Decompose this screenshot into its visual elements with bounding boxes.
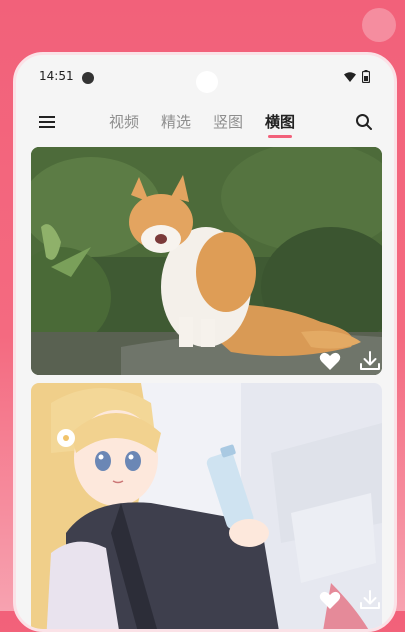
category-tabs: 视频 精选 竖图 横图 (109, 111, 317, 138)
status-bar: 14:51 (16, 55, 394, 99)
tab-portrait[interactable]: 竖图 (213, 111, 243, 132)
top-navigation: 视频 精选 竖图 横图 (16, 103, 394, 145)
search-icon[interactable] (354, 112, 374, 132)
tab-landscape[interactable]: 横图 (265, 111, 295, 138)
cat-photo (31, 147, 382, 375)
battery-icon (362, 70, 370, 83)
phone-frame: 14:51 视频 精选 竖图 横图 (13, 52, 397, 632)
wallpaper-card-cat[interactable] (31, 147, 382, 375)
heart-icon[interactable] (318, 349, 342, 373)
heart-icon[interactable] (318, 588, 342, 612)
decor-bubble (362, 8, 396, 42)
download-icon[interactable] (358, 588, 382, 612)
menu-icon[interactable] (38, 113, 56, 131)
tab-video[interactable]: 视频 (109, 111, 139, 132)
camera-dot-icon (82, 72, 94, 84)
tab-featured[interactable]: 精选 (161, 111, 191, 132)
front-camera-notch (196, 71, 218, 93)
download-icon[interactable] (358, 349, 382, 373)
wifi-icon (344, 72, 356, 82)
wallpaper-card-anime[interactable] (31, 383, 382, 629)
status-time: 14:51 (39, 69, 74, 83)
